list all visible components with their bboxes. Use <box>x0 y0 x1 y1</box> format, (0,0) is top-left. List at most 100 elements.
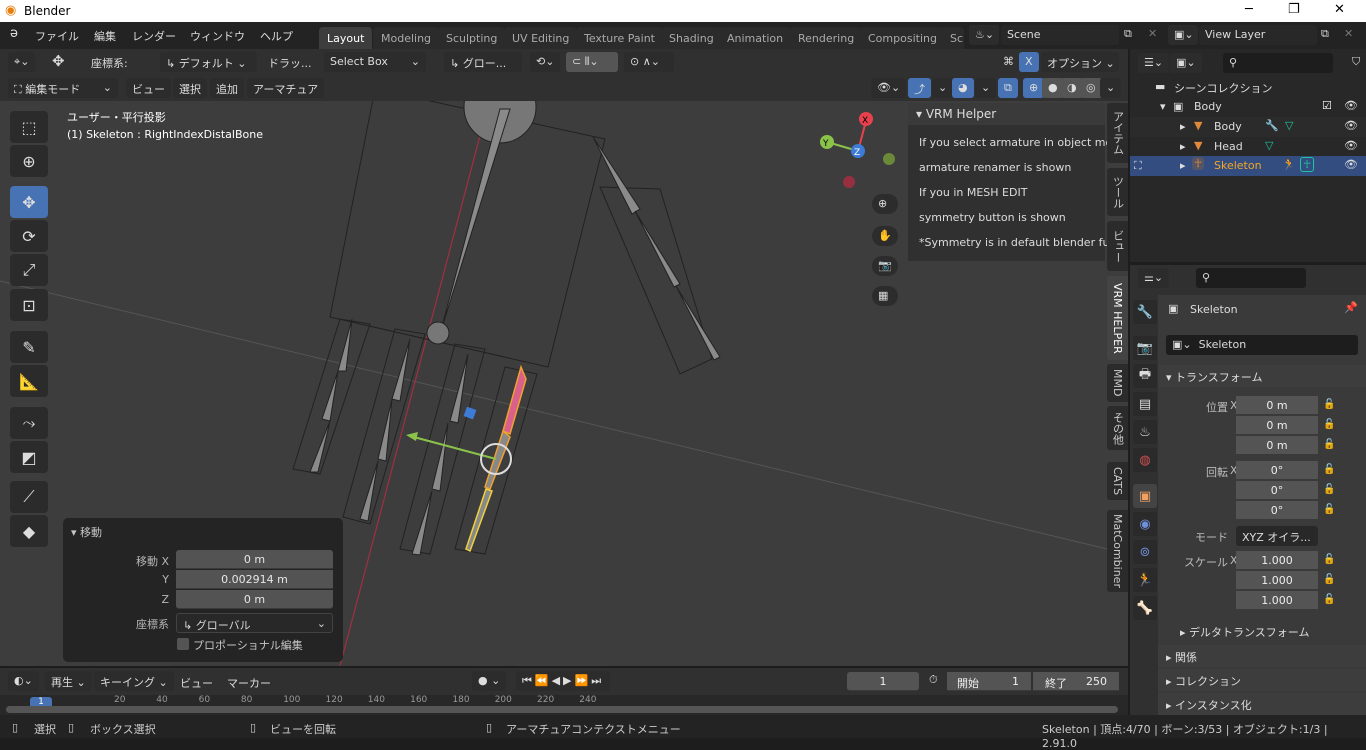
output-properties-icon[interactable]: 🖶 <box>1133 364 1157 388</box>
outliner-display-mode-icon[interactable]: ☰⌄ <box>1138 53 1170 73</box>
lock-icon[interactable]: 🔓 <box>1323 504 1335 515</box>
tab-mmd[interactable]: MMD <box>1107 364 1128 402</box>
view-layer-properties-icon[interactable]: ▤ <box>1133 392 1157 416</box>
menu-edit[interactable]: 編集 <box>94 28 116 44</box>
delta-transform-section[interactable]: ▸ デルタトランスフォーム <box>1158 621 1366 641</box>
relations-section[interactable]: ▸ 関係 <box>1158 645 1366 667</box>
lock-icon[interactable]: 🔓 <box>1323 574 1335 585</box>
bone-size-tool-icon[interactable]: ◩ <box>10 441 48 473</box>
tab-rendering[interactable]: Rendering <box>790 27 863 49</box>
tool-properties-icon[interactable]: 🔧 <box>1133 300 1157 324</box>
gizmo-dropdown-icon[interactable]: ⌄ <box>932 78 954 98</box>
proportional-edit-icon[interactable]: ⊙ ∧⌄ <box>624 52 674 72</box>
proportional-checkbox[interactable] <box>177 638 189 650</box>
outliner-row-head-mesh[interactable]: ▸ ▼ Head ▽ 👁 <box>1130 137 1366 157</box>
auto-keying-icon[interactable]: ● ⌄ <box>472 671 507 691</box>
properties-editor-type-icon[interactable]: ⚌⌄ <box>1138 268 1170 288</box>
outliner-row-body-mesh[interactable]: ▸ ▼ Body 🔧 ▽ 👁 <box>1130 117 1366 137</box>
shading-dropdown-icon[interactable]: ⌄ <box>1100 78 1122 98</box>
pin-icon[interactable]: 📌 <box>1344 301 1358 314</box>
operator-panel-header[interactable]: ▾ 移動 <box>71 524 102 540</box>
exclude-checkbox[interactable]: ☑ <box>1322 99 1332 112</box>
tab-item[interactable]: アイテム <box>1107 103 1128 163</box>
maximize-icon[interactable]: ❐ <box>1288 2 1300 17</box>
close-icon[interactable]: ✕ <box>1334 2 1345 17</box>
armature-data-properties-icon[interactable]: 🏃 <box>1133 568 1157 592</box>
eye-icon[interactable]: 👁 <box>1344 139 1358 152</box>
bone-envelope-tool-icon[interactable]: ◆ <box>10 515 48 547</box>
lock-icon[interactable]: 🔓 <box>1323 419 1335 430</box>
transform-pivot-icon[interactable]: ⌖⌄ <box>8 52 36 72</box>
location-z-field[interactable]: 0 m <box>1236 436 1318 455</box>
instancing-section[interactable]: ▸ インスタンス化 <box>1158 693 1366 715</box>
tab-texture-paint[interactable]: Texture Paint <box>576 27 663 49</box>
camera-icon[interactable]: 📷 <box>872 256 898 276</box>
shading-rendered-icon[interactable]: ◎ <box>1080 78 1102 98</box>
new-view-layer-icon[interactable]: ⧉ <box>1321 27 1329 41</box>
tab-tool[interactable]: ツール <box>1107 168 1128 216</box>
timeline-view-menu[interactable]: ビュー <box>180 675 213 691</box>
start-frame-field[interactable]: 開始 1 <box>947 672 1031 691</box>
eye-icon[interactable]: 👁 <box>1344 119 1358 132</box>
move-x-field[interactable]: 0 m <box>176 550 333 569</box>
mirror-x-toggle[interactable]: X <box>1019 52 1039 72</box>
rotation-x-field[interactable]: 0° <box>1236 461 1318 480</box>
mode-dropdown[interactable]: ⛶ 編集モード ⌄ <box>8 78 118 98</box>
pose-icon[interactable]: 🏃 <box>1282 158 1296 171</box>
rotation-y-field[interactable]: 0° <box>1236 481 1318 500</box>
location-y-field[interactable]: 0 m <box>1236 416 1318 435</box>
roll-tool-icon[interactable]: ⟋ <box>10 481 48 513</box>
render-properties-icon[interactable]: 📷 <box>1133 336 1157 360</box>
move-z-field[interactable]: 0 m <box>176 590 333 609</box>
lock-icon[interactable]: 🔓 <box>1323 554 1335 565</box>
overlay-toggle-icon[interactable]: ◕ <box>952 78 974 98</box>
lock-icon[interactable]: 🔓 <box>1323 399 1335 410</box>
menu-help[interactable]: ヘルプ <box>260 28 293 44</box>
menu-select[interactable]: 選択 <box>173 78 207 98</box>
move-tool-button-icon[interactable]: ✥ <box>10 186 48 218</box>
scene-selector-icon[interactable]: ♨⌄ <box>969 25 999 45</box>
tab-view[interactable]: ビュー <box>1107 221 1128 271</box>
world-properties-icon[interactable]: ◍ <box>1133 448 1157 472</box>
grid-perspective-icon[interactable]: ▦ <box>872 286 898 306</box>
transform-tool-icon[interactable]: ⊡ <box>10 289 48 321</box>
timeline-ruler[interactable]: 20 40 60 80 100 120 140 160 180 200 220 240 1 <box>0 695 1128 715</box>
snap-toggle-icon[interactable]: ⊂ ⫴⌄ <box>566 52 618 72</box>
mesh-data-icon[interactable]: ▽ <box>1265 139 1273 152</box>
menu-file[interactable]: ファイル <box>35 28 79 44</box>
scale-tool-icon[interactable]: ⤢ <box>10 254 48 286</box>
blender-menu-icon[interactable]: ə <box>10 26 18 41</box>
xray-toggle-icon[interactable]: ⧉ <box>998 78 1018 98</box>
extrude-tool-icon[interactable]: ⤳ <box>10 407 48 439</box>
collections-section[interactable]: ▸ コレクション <box>1158 669 1366 691</box>
scale-z-field[interactable]: 1.000 <box>1236 591 1318 610</box>
object-datablock-field[interactable]: ▣⌄ Skeleton <box>1166 335 1358 355</box>
new-scene-icon[interactable]: ⧉ <box>1124 27 1132 41</box>
playback-menu[interactable]: 再生 ⌄ <box>45 671 92 691</box>
move-y-field[interactable]: 0.002914 m <box>176 570 333 589</box>
tab-vrm-helper[interactable]: VRM HELPER <box>1107 276 1128 360</box>
zoom-icon[interactable]: ⊕ <box>872 194 898 214</box>
rotation-z-field[interactable]: 0° <box>1236 501 1318 520</box>
properties-search-input[interactable]: ⚲ <box>1196 268 1306 288</box>
transform-orientation-dropdown[interactable]: ↳ グロー... <box>444 52 522 72</box>
minimize-icon[interactable]: ─ <box>1245 2 1253 17</box>
outliner-row-skeleton[interactable]: ⛶ ▸ ☥ Skeleton 🏃 ☥ 👁 <box>1130 156 1366 176</box>
scene-properties-icon[interactable]: ♨ <box>1133 420 1157 444</box>
outliner-search-input[interactable]: ⚲ <box>1223 53 1333 73</box>
end-frame-field[interactable]: 終了 250 <box>1033 672 1119 691</box>
delete-scene-icon[interactable]: ✕ <box>1148 27 1157 40</box>
drag-dropdown[interactable]: Select Box ⌄ <box>324 52 426 72</box>
eye-icon[interactable]: 👁 <box>1344 158 1358 171</box>
timeline-editor-icon[interactable]: ◐⌄ <box>8 671 39 691</box>
lock-icon[interactable]: 🔓 <box>1323 439 1335 450</box>
delete-view-layer-icon[interactable]: ✕ <box>1344 27 1353 40</box>
outliner-filter-layer-icon[interactable]: ▣⌄ <box>1170 53 1202 73</box>
constraints-properties-icon[interactable]: ⊚ <box>1133 540 1157 564</box>
current-frame-field[interactable]: 1 <box>847 672 919 691</box>
rotation-mode-dropdown[interactable]: XYZ オイラ... <box>1236 526 1318 546</box>
orient-dropdown[interactable]: ↳ グローバル ⌄ <box>176 613 333 633</box>
cursor-tool-icon[interactable]: ⊕ <box>10 145 48 177</box>
vrm-helper-header[interactable]: ▾ VRM Helper <box>908 103 1105 125</box>
tab-animation[interactable]: Animation <box>719 27 792 49</box>
